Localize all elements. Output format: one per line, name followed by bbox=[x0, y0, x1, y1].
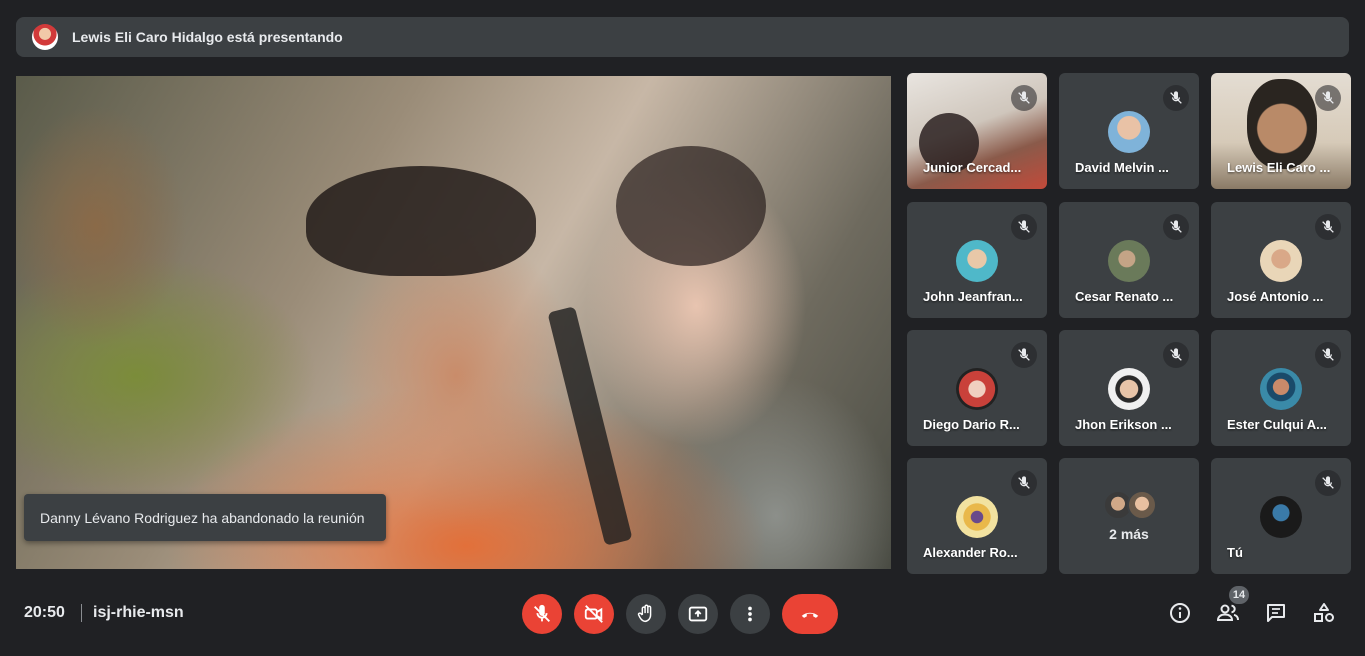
participant-tile[interactable]: Alexander Ro... bbox=[907, 458, 1047, 574]
participant-tile[interactable]: Cesar Renato ... bbox=[1059, 202, 1199, 318]
mic-off-icon bbox=[1011, 342, 1037, 368]
mic-off-icon bbox=[1163, 214, 1189, 240]
participant-avatar bbox=[956, 496, 998, 538]
meeting-clock: 20:50 bbox=[24, 604, 65, 621]
mic-off-icon bbox=[534, 604, 550, 622]
participant-name: David Melvin ... bbox=[1075, 160, 1169, 175]
participant-name: Cesar Renato ... bbox=[1075, 289, 1174, 304]
divider bbox=[81, 604, 82, 622]
mic-off-icon bbox=[1315, 342, 1341, 368]
mic-off-icon bbox=[1163, 342, 1189, 368]
participant-avatar bbox=[1108, 240, 1150, 282]
chat-icon bbox=[1267, 604, 1285, 622]
mic-off-icon bbox=[1011, 214, 1037, 240]
people-icon bbox=[1216, 604, 1239, 621]
mic-toggle-button[interactable] bbox=[522, 594, 562, 634]
participant-name: Diego Dario R... bbox=[923, 417, 1020, 432]
participant-name: Ester Culqui A... bbox=[1227, 417, 1327, 432]
participant-tile[interactable]: José Antonio ... bbox=[1211, 202, 1351, 318]
presenter-banner: Lewis Eli Caro Hidalgo está presentando bbox=[16, 17, 1349, 57]
participant-name: John Jeanfran... bbox=[923, 289, 1023, 304]
participant-avatar-small bbox=[1127, 490, 1157, 520]
video-content bbox=[616, 146, 766, 266]
more-options-button[interactable] bbox=[730, 594, 770, 634]
mic-off-icon bbox=[1011, 470, 1037, 496]
participant-avatar bbox=[1108, 111, 1150, 153]
mic-off-icon bbox=[1011, 85, 1037, 111]
participant-tile[interactable]: Jhon Erikson ... bbox=[1059, 330, 1199, 446]
more-participants-tile[interactable]: 2 más bbox=[1059, 458, 1199, 574]
participant-name: Junior Cercad... bbox=[923, 160, 1022, 175]
meeting-code: isj-rhie-msn bbox=[93, 604, 184, 621]
hang-up-icon bbox=[801, 612, 819, 618]
participant-tile[interactable]: Junior Cercad... bbox=[907, 73, 1047, 189]
participant-name: Lewis Eli Caro ... bbox=[1227, 160, 1331, 175]
activities-button[interactable] bbox=[1311, 600, 1337, 626]
self-avatar bbox=[1260, 496, 1302, 538]
self-tile[interactable]: Tú bbox=[1211, 458, 1351, 574]
participant-name: Alexander Ro... bbox=[923, 545, 1018, 560]
video-content bbox=[306, 166, 536, 276]
mic-off-icon bbox=[1163, 85, 1189, 111]
more-participants-avatars bbox=[1103, 490, 1157, 520]
toast-text: Danny Lévano Rodriguez ha abandonado la … bbox=[40, 509, 365, 526]
participants-count-badge: 14 bbox=[1229, 586, 1249, 604]
participant-tile[interactable]: David Melvin ... bbox=[1059, 73, 1199, 189]
participant-avatar bbox=[1260, 368, 1302, 410]
participant-tile[interactable]: Ester Culqui A... bbox=[1211, 330, 1351, 446]
presenter-banner-text: Lewis Eli Caro Hidalgo está presentando bbox=[72, 29, 343, 45]
camera-off-icon bbox=[584, 605, 603, 623]
video-content bbox=[547, 306, 633, 546]
participant-name: Tú bbox=[1227, 545, 1243, 560]
present-screen-icon bbox=[688, 606, 708, 622]
mic-off-icon bbox=[1315, 85, 1341, 111]
leave-call-button[interactable] bbox=[782, 594, 838, 634]
participant-avatar bbox=[1108, 368, 1150, 410]
participant-avatar bbox=[1260, 240, 1302, 282]
participant-tile[interactable]: Diego Dario R... bbox=[907, 330, 1047, 446]
participant-avatar bbox=[956, 368, 998, 410]
meeting-info-button[interactable] bbox=[1167, 600, 1193, 626]
activities-icon bbox=[1314, 603, 1334, 622]
camera-toggle-button[interactable] bbox=[574, 594, 614, 634]
hand-icon bbox=[637, 604, 652, 623]
participant-tile[interactable]: John Jeanfran... bbox=[907, 202, 1047, 318]
info-icon bbox=[1170, 603, 1190, 623]
chat-button[interactable] bbox=[1263, 600, 1289, 626]
mic-off-icon bbox=[1315, 214, 1341, 240]
raise-hand-button[interactable] bbox=[626, 594, 666, 634]
leave-notification-toast: Danny Lévano Rodriguez ha abandonado la … bbox=[24, 494, 386, 541]
participant-name: Jhon Erikson ... bbox=[1075, 417, 1172, 432]
participant-name: José Antonio ... bbox=[1227, 289, 1324, 304]
participant-video bbox=[1247, 79, 1317, 169]
more-vert-icon bbox=[748, 606, 752, 622]
mic-off-icon bbox=[1315, 470, 1341, 496]
more-participants-label: 2 más bbox=[1109, 526, 1149, 542]
present-screen-button[interactable] bbox=[678, 594, 718, 634]
participant-tile[interactable]: Lewis Eli Caro ... bbox=[1211, 73, 1351, 189]
participant-avatar bbox=[956, 240, 998, 282]
presenter-avatar bbox=[32, 24, 58, 50]
